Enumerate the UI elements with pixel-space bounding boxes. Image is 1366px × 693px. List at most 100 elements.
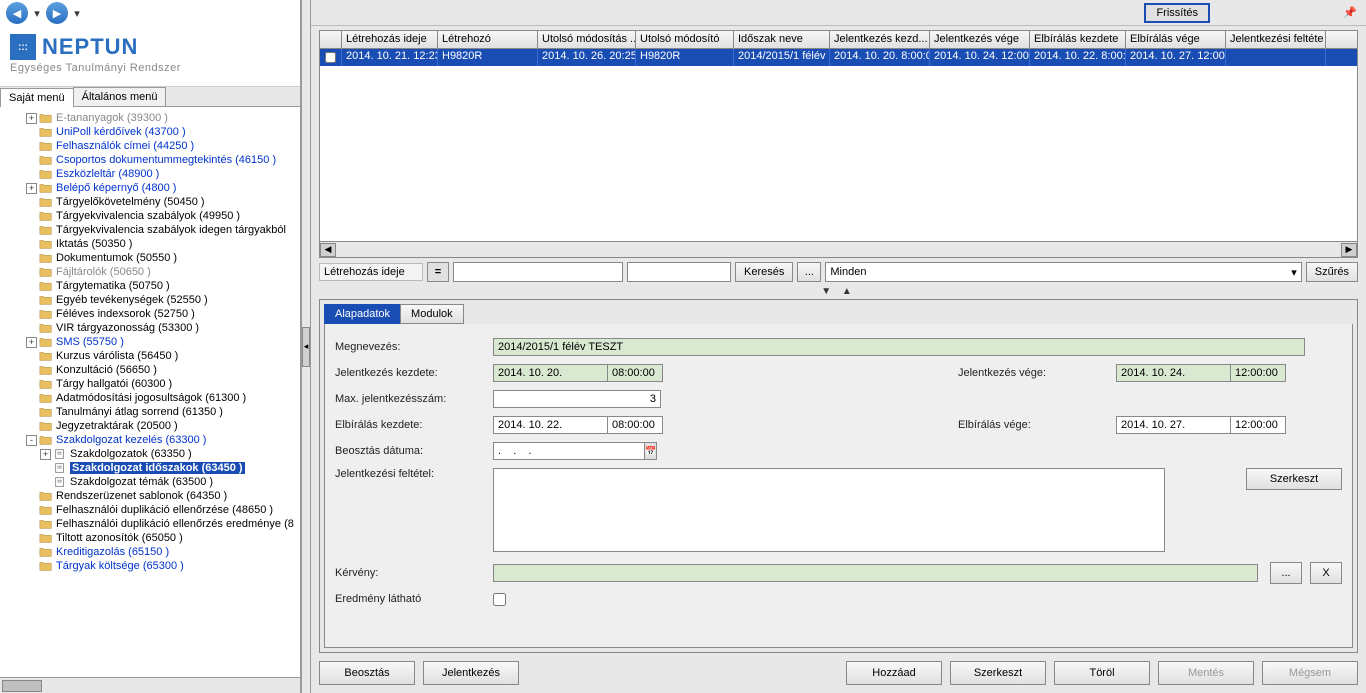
refresh-button[interactable]: Frissítés <box>1144 3 1210 23</box>
tree-expand-icon[interactable]: - <box>26 435 37 446</box>
tree-item[interactable]: UniPoll kérdőívek (43700 ) <box>2 125 298 139</box>
mentes-button[interactable]: Mentés <box>1158 661 1254 685</box>
tree-item[interactable]: Dokumentumok (50550 ) <box>2 251 298 265</box>
tree-item[interactable]: +Szakdolgozatok (63350 ) <box>2 447 298 461</box>
grid-header-cell[interactable]: Elbírálás vége <box>1126 31 1226 48</box>
tree-item[interactable]: -Szakdolgozat kezelés (63300 ) <box>2 433 298 447</box>
tree-item[interactable]: Szakdolgozat időszakok (63450 ) <box>2 461 298 475</box>
tree-item[interactable]: Tanulmányi átlag sorrend (61350 ) <box>2 405 298 419</box>
szerkeszt-button[interactable]: Szerkeszt <box>950 661 1046 685</box>
tree-expand-icon <box>26 211 37 222</box>
tree-item[interactable]: Rendszerüzenet sablonok (64350 ) <box>2 489 298 503</box>
tree-expand-icon[interactable]: + <box>26 337 37 348</box>
grid-header-cell[interactable]: Jelentkezés kezd... <box>830 31 930 48</box>
grid-header-cell[interactable]: Elbírálás kezdete <box>1030 31 1126 48</box>
tree-item[interactable]: Felhasználói duplikáció ellenőrzés eredm… <box>2 517 298 531</box>
tree-item[interactable]: Jegyzetraktárak (20500 ) <box>2 419 298 433</box>
input-jelvege-time[interactable] <box>1230 364 1286 382</box>
tree-item[interactable]: Felhasználói duplikáció ellenőrzése (486… <box>2 503 298 517</box>
input-elbkezd-time[interactable] <box>607 416 663 434</box>
search-more-button[interactable]: ... <box>797 262 821 282</box>
tree-expand-icon[interactable]: + <box>26 113 37 124</box>
pin-icon[interactable]: 📌 <box>1342 5 1358 21</box>
grid-scroll-left[interactable]: ◀ <box>320 243 336 257</box>
tree-item[interactable]: Tárgyelőkövetelmény (50450 ) <box>2 195 298 209</box>
grid-header-cell[interactable]: Jelentkezési feltéte <box>1226 31 1326 48</box>
search-value-input-2[interactable] <box>627 262 731 282</box>
vertical-splitter[interactable]: ◂ <box>301 0 311 693</box>
grid-header-cell[interactable]: Létrehozó <box>438 31 538 48</box>
tree-item[interactable]: Tárgytematika (50750 ) <box>2 279 298 293</box>
calendar-icon[interactable]: 📅 <box>645 442 657 460</box>
tree-item[interactable]: Kreditigazolás (65150 ) <box>2 545 298 559</box>
grid-scroll-right[interactable]: ▶ <box>1341 243 1357 257</box>
tree-item[interactable]: Tárgyak költsége (65300 ) <box>2 559 298 573</box>
tree-item[interactable]: Adatmódosítási jogosultságok (61300 ) <box>2 391 298 405</box>
grid-row[interactable]: 2014. 10. 21. 12:23:H9820R2014. 10. 26. … <box>320 49 1357 66</box>
tree-expand-icon <box>26 295 37 306</box>
tree-expand-icon[interactable]: + <box>40 449 51 460</box>
grid-header-cell[interactable]: Létrehozás ideje <box>342 31 438 48</box>
panel-collapse-handle[interactable]: ▼ ▲ <box>311 286 1366 297</box>
jelentkezes-button[interactable]: Jelentkezés <box>423 661 519 685</box>
grid-header-cell[interactable]: Utolsó módosító <box>636 31 734 48</box>
tree-item[interactable]: Tárgyekvivalencia szabályok idegen tárgy… <box>2 223 298 237</box>
tab-general-menu[interactable]: Általános menü <box>73 87 167 106</box>
grid-header-cell[interactable] <box>320 31 342 48</box>
tree-expand-icon[interactable]: + <box>26 183 37 194</box>
search-value-input-1[interactable] <box>453 262 623 282</box>
tab-modulok[interactable]: Modulok <box>400 304 464 324</box>
filter-button[interactable]: Szűrés <box>1306 262 1358 282</box>
grid-header-cell[interactable]: Utolsó módosítás ... <box>538 31 636 48</box>
input-beosztas-date[interactable] <box>493 442 645 460</box>
tree-item[interactable]: Egyéb tevékenységek (52550 ) <box>2 293 298 307</box>
kerveny-clear-button[interactable]: X <box>1310 562 1342 584</box>
navigation-tree[interactable]: +E-tananyagok (39300 )UniPoll kérdőívek … <box>0 107 300 677</box>
tree-item[interactable]: Szakdolgozat témák (63500 ) <box>2 475 298 489</box>
grid-header-cell[interactable]: Jelentkezés vége <box>930 31 1030 48</box>
beosztas-button[interactable]: Beosztás <box>319 661 415 685</box>
nav-back-button[interactable]: ◀ <box>6 2 28 24</box>
tree-item[interactable]: +Belépő képernyő (4800 ) <box>2 181 298 195</box>
tree-item[interactable]: Féléves indexsorok (52750 ) <box>2 307 298 321</box>
input-max-jelentkezes[interactable] <box>493 390 661 408</box>
tree-item[interactable]: Felhasználók címei (44250 ) <box>2 139 298 153</box>
kerveny-browse-button[interactable]: ... <box>1270 562 1302 584</box>
grid-header-cell[interactable]: Időszak neve <box>734 31 830 48</box>
hozzaad-button[interactable]: Hozzáad <box>846 661 942 685</box>
folder-icon <box>39 168 53 180</box>
search-operator-button[interactable]: = <box>427 262 449 282</box>
tree-item[interactable]: Csoportos dokumentummegtekintés (46150 ) <box>2 153 298 167</box>
tree-hscroll[interactable] <box>0 677 300 693</box>
checkbox-eredmeny-lathato[interactable] <box>493 593 506 606</box>
tree-item[interactable]: +SMS (55750 ) <box>2 335 298 349</box>
tree-item[interactable]: Tiltott azonosítók (65050 ) <box>2 531 298 545</box>
textarea-feltetel[interactable] <box>493 468 1165 552</box>
tree-item[interactable]: Tárgyekvivalencia szabályok (49950 ) <box>2 209 298 223</box>
tree-item[interactable]: Tárgy hallgatói (60300 ) <box>2 377 298 391</box>
tab-own-menu[interactable]: Saját menü <box>0 88 74 107</box>
tree-item[interactable]: Iktatás (50350 ) <box>2 237 298 251</box>
tree-item[interactable]: +E-tananyagok (39300 ) <box>2 111 298 125</box>
tab-alapadatok[interactable]: Alapadatok <box>324 304 401 324</box>
logo-icon: ::: <box>10 34 36 60</box>
logo-subtitle: Egységes Tanulmányi Rendszer <box>10 62 290 74</box>
search-scope-select[interactable]: Minden ▾ <box>825 262 1301 282</box>
input-elbvege-time[interactable] <box>1230 416 1286 434</box>
tree-item[interactable]: Fájltárolók (50650 ) <box>2 265 298 279</box>
tree-item[interactable]: Kurzus várólista (56450 ) <box>2 349 298 363</box>
tree-item[interactable]: VIR tárgyazonosság (53300 ) <box>2 321 298 335</box>
nav-back-dropdown[interactable]: ▾ <box>32 2 42 24</box>
input-megnevezes[interactable] <box>493 338 1305 356</box>
search-button[interactable]: Keresés <box>735 262 793 282</box>
tree-item[interactable]: Konzultáció (56650 ) <box>2 363 298 377</box>
nav-forward-dropdown[interactable]: ▾ <box>72 2 82 24</box>
nav-forward-button[interactable]: ▶ <box>46 2 68 24</box>
data-grid[interactable]: Létrehozás idejeLétrehozóUtolsó módosítá… <box>319 30 1358 258</box>
input-jelkezd-time[interactable] <box>607 364 663 382</box>
row-checkbox[interactable] <box>325 52 336 63</box>
szerkeszt-feltetel-button[interactable]: Szerkeszt <box>1246 468 1342 490</box>
megsem-button[interactable]: Mégsem <box>1262 661 1358 685</box>
torol-button[interactable]: Töröl <box>1054 661 1150 685</box>
tree-item[interactable]: Eszközleltár (48900 ) <box>2 167 298 181</box>
